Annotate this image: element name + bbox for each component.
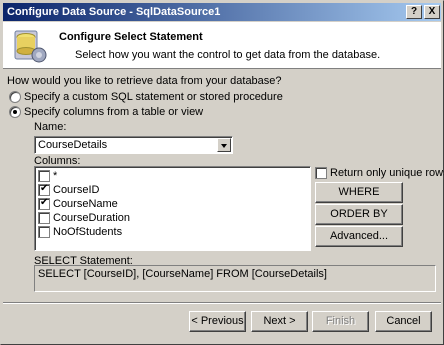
radio-table-columns[interactable] (9, 106, 21, 118)
retrieve-question: How would you like to retrieve data from… (7, 75, 282, 87)
column-label: NoOfStudents (53, 226, 123, 238)
wizard-header: Configure Select Statement Select how yo… (3, 22, 441, 69)
advanced-button[interactable]: Advanced... (315, 226, 403, 247)
unique-rows-checkbox[interactable] (315, 167, 327, 179)
footer-divider (3, 302, 441, 304)
column-checkbox[interactable] (38, 226, 50, 238)
select-statement-text: SELECT [CourseID], [CourseName] FROM [Co… (38, 268, 327, 280)
column-label: CourseDuration (53, 212, 131, 224)
column-label: CourseID (53, 184, 100, 196)
next-button[interactable]: Next > (251, 311, 308, 332)
header-title: Configure Select Statement (59, 31, 203, 43)
unique-rows-label: Return only unique rows (330, 167, 444, 179)
name-label: Name: (34, 121, 67, 133)
column-label: * (53, 170, 58, 182)
title-bar[interactable]: Configure Data Source - SqlDataSource1 (3, 3, 441, 21)
table-name-dropdown[interactable]: CourseDetails (34, 136, 233, 154)
column-checkbox[interactable] (38, 183, 50, 196)
option-table-columns-label: Specify columns from a table or view (24, 106, 204, 118)
column-label: CourseName (53, 198, 118, 210)
column-checkbox[interactable] (38, 212, 50, 224)
columns-list[interactable]: * CourseID CourseName CourseDuration NoO… (34, 166, 311, 251)
finish-button[interactable]: Finish (312, 311, 369, 332)
table-name-value: CourseDetails (38, 139, 108, 151)
database-wizard-icon (14, 30, 47, 63)
header-subtitle: Select how you want the control to get d… (75, 49, 381, 61)
column-checkbox[interactable] (38, 170, 50, 182)
select-statement-box: SELECT [CourseID], [CourseName] FROM [Co… (34, 265, 436, 292)
previous-button[interactable]: < Previous (189, 311, 246, 332)
chevron-down-icon[interactable] (217, 138, 231, 152)
option-custom-sql-label: Specify a custom SQL statement or stored… (24, 91, 283, 103)
column-checkbox[interactable] (38, 197, 50, 210)
order-by-button[interactable]: ORDER BY (315, 204, 403, 225)
dialog-window: Configure Data Source - SqlDataSource1 ?… (0, 0, 444, 345)
help-button[interactable]: ? (406, 5, 422, 19)
where-button[interactable]: WHERE (315, 182, 403, 203)
cancel-button[interactable]: Cancel (375, 311, 432, 332)
radio-custom-sql[interactable] (9, 91, 21, 103)
close-button[interactable]: X (424, 5, 440, 19)
window-title: Configure Data Source - SqlDataSource1 (7, 6, 221, 18)
